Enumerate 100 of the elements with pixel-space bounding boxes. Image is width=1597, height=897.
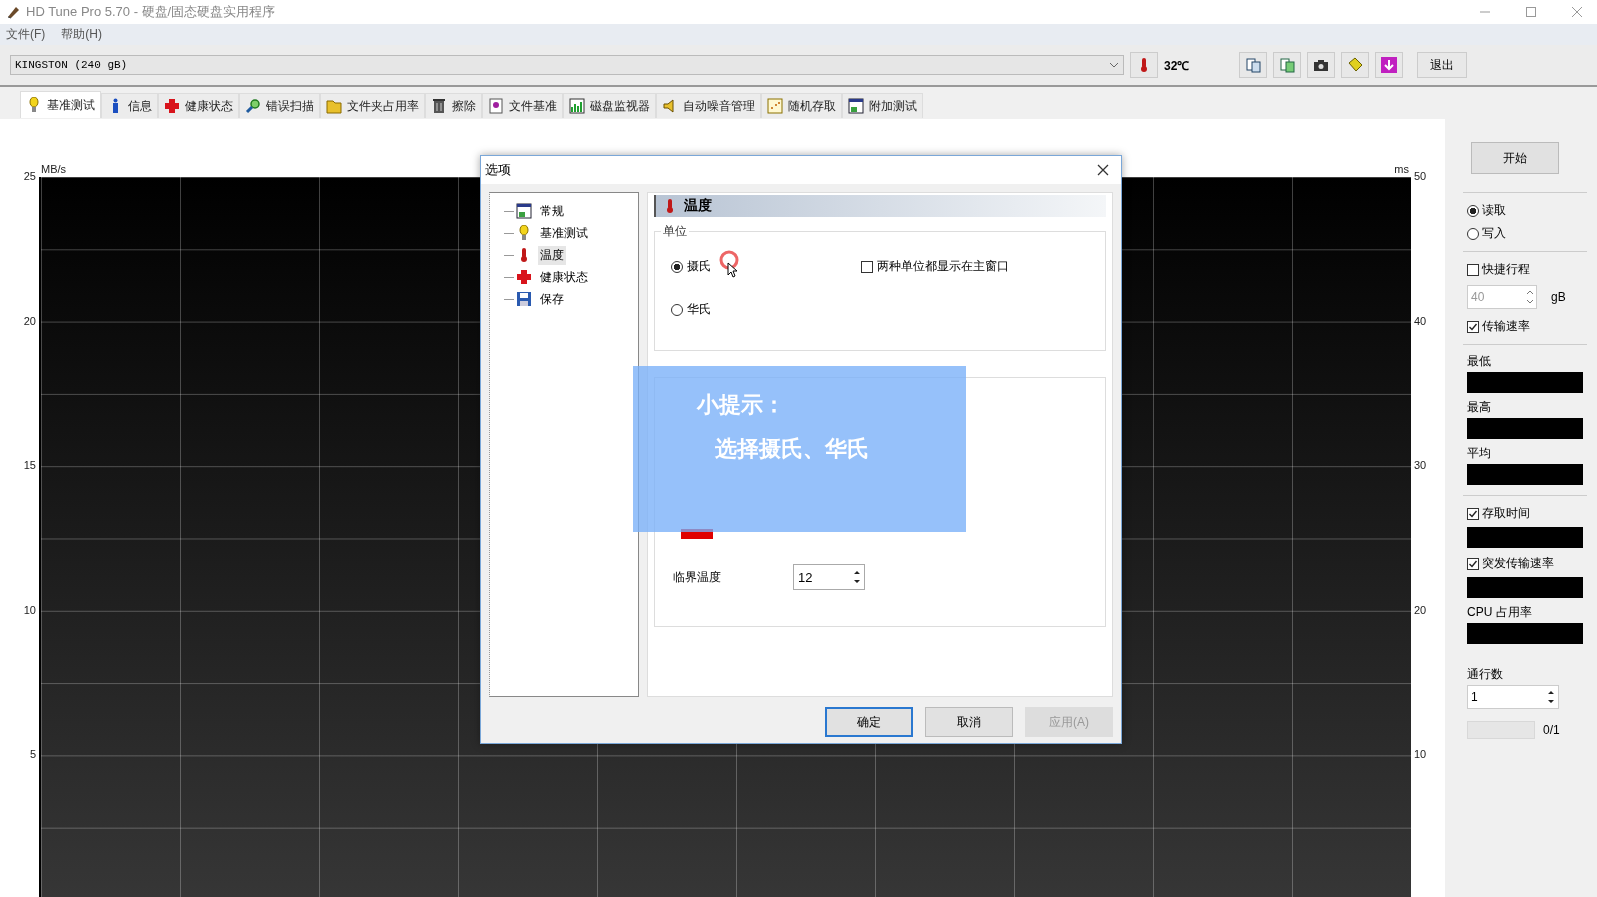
exit-button[interactable]: 退出 [1417, 52, 1468, 78]
copy-button[interactable] [1273, 52, 1302, 78]
download-arrow-button[interactable] [1375, 52, 1404, 78]
drive-selector[interactable]: KINGSTON (240 gB) [10, 55, 1124, 75]
tag-button[interactable] [1341, 52, 1370, 78]
checkbox-label: 快捷行程 [1482, 261, 1530, 278]
axis-tick-label: 15 [23, 459, 36, 472]
copy-icon [1245, 57, 1262, 73]
radio-button[interactable] [1467, 204, 1479, 217]
tag-icon [1347, 57, 1364, 73]
tree-item[interactable]: 保存 [538, 289, 566, 309]
stat-label: 平均 [1467, 445, 1492, 462]
axis-tick-label: 40 [1414, 314, 1428, 327]
camera-icon [1313, 57, 1330, 73]
radio-label: 读取 [1482, 202, 1506, 219]
camera-button[interactable] [1307, 52, 1336, 78]
cursor-icon [727, 262, 737, 278]
tab[interactable]: 基准测试 [20, 91, 101, 118]
radio-label: 华氏 [687, 301, 711, 318]
checkbox-label: 两种单位都显示在主窗口 [877, 258, 1009, 275]
passes-spinbox[interactable]: 1 [1467, 685, 1559, 709]
light-bulb-icon [26, 97, 42, 113]
temperature-button[interactable] [1130, 52, 1158, 78]
medical-cross-icon [164, 98, 180, 114]
axis-tick-label: 50 [1414, 170, 1428, 182]
tab[interactable]: 错误扫描 [239, 93, 320, 118]
bar-graph-icon [569, 98, 585, 114]
checkbox-label: 存取时间 [1482, 505, 1530, 522]
checkbox[interactable] [1467, 263, 1479, 276]
light-bulb-icon [516, 225, 532, 241]
tab[interactable]: 附加测试 [842, 93, 923, 118]
cancel-button[interactable]: 取消 [925, 707, 1013, 737]
axis-tick-label: 20 [23, 314, 36, 327]
medical-cross-icon [516, 269, 532, 285]
trash-bin-icon [431, 98, 447, 114]
start-button[interactable]: 开始 [1471, 142, 1559, 174]
axis-unit-label: MB/s [41, 163, 67, 175]
close-icon [1571, 6, 1583, 18]
tree-item[interactable]: 常规 [538, 201, 566, 221]
axis-tick-label: 25 [23, 170, 36, 182]
checkbox-label: 传输速率 [1482, 318, 1530, 335]
checkbox[interactable] [861, 260, 873, 273]
magnifier-icon [245, 98, 261, 114]
axis-tick-label: 20 [1414, 603, 1428, 616]
axis-unit-label: ms [1394, 163, 1409, 175]
field-label: 通行数 [1467, 666, 1504, 683]
maximize-icon [1525, 6, 1537, 18]
section-title: 温度 [684, 197, 712, 215]
stat-label: 最低 [1467, 353, 1492, 370]
field-label: 临界温度 [673, 568, 721, 586]
temperature-reading: 32℃ [1164, 57, 1190, 74]
tip-text: 选择摄氏、华氏 [714, 435, 870, 463]
checkbox[interactable] [1467, 557, 1479, 570]
tip-title: 小提示： [697, 391, 786, 419]
window-title: HD Tune Pro 5.70 - 硬盘/固态硬盘实用程序 [26, 3, 277, 21]
window-icon [516, 203, 532, 219]
tree-item[interactable]: 温度 [538, 245, 566, 265]
axis-tick-label: 5 [29, 748, 36, 761]
window-icon [848, 98, 864, 114]
document-icon [488, 98, 504, 114]
copy-icon [1279, 57, 1296, 73]
menu-item[interactable]: 文件(F) [6, 26, 46, 43]
folder-icon [326, 98, 342, 114]
app-icon [6, 5, 20, 19]
radio-label: 写入 [1482, 225, 1506, 242]
checkbox[interactable] [1467, 320, 1479, 333]
progress-count: 0/1 [1543, 723, 1560, 737]
checkbox-label: 突发传输速率 [1482, 555, 1554, 572]
tab[interactable]: 自动噪音管理 [656, 93, 761, 118]
menu-item[interactable]: 帮助(H) [61, 26, 102, 43]
tab[interactable]: 磁盘监视器 [563, 93, 656, 118]
group-label: 单位 [661, 223, 689, 240]
radio-button[interactable] [671, 303, 683, 316]
click-marker-icon [719, 250, 739, 270]
scatter-graph-icon [767, 98, 783, 114]
tree-item[interactable]: 健康状态 [538, 267, 590, 287]
tab[interactable]: 信息 [101, 93, 158, 118]
radio-label: 摄氏 [687, 258, 711, 275]
tree-item[interactable]: 基准测试 [538, 223, 590, 243]
tab[interactable]: 擦除 [425, 93, 482, 118]
radio-button[interactable] [1467, 227, 1479, 240]
copy-button[interactable] [1239, 52, 1268, 78]
tab[interactable]: 文件基准 [482, 93, 563, 118]
dialog-title: 选项 [485, 161, 511, 179]
axis-tick-label: 30 [1414, 459, 1428, 472]
ok-button[interactable]: 确定 [825, 707, 913, 737]
axis-tick-label: 10 [1414, 748, 1428, 761]
tab[interactable]: 文件夹占用率 [320, 93, 425, 118]
stat-label: CPU 占用率 [1467, 604, 1533, 621]
download-arrow-icon [1381, 57, 1398, 73]
checkbox[interactable] [1467, 507, 1479, 520]
close-icon [1097, 164, 1109, 176]
critical-temperature-spinbox[interactable]: 12 [793, 564, 865, 590]
unit-label: gB [1551, 290, 1566, 304]
drive-name: KINGSTON (240 gB) [15, 59, 128, 71]
axis-tick-label: 10 [23, 603, 36, 616]
tab[interactable]: 健康状态 [158, 93, 239, 118]
radio-button[interactable] [671, 260, 683, 273]
tab[interactable]: 随机存取 [761, 93, 842, 118]
stat-label: 最高 [1467, 399, 1492, 416]
